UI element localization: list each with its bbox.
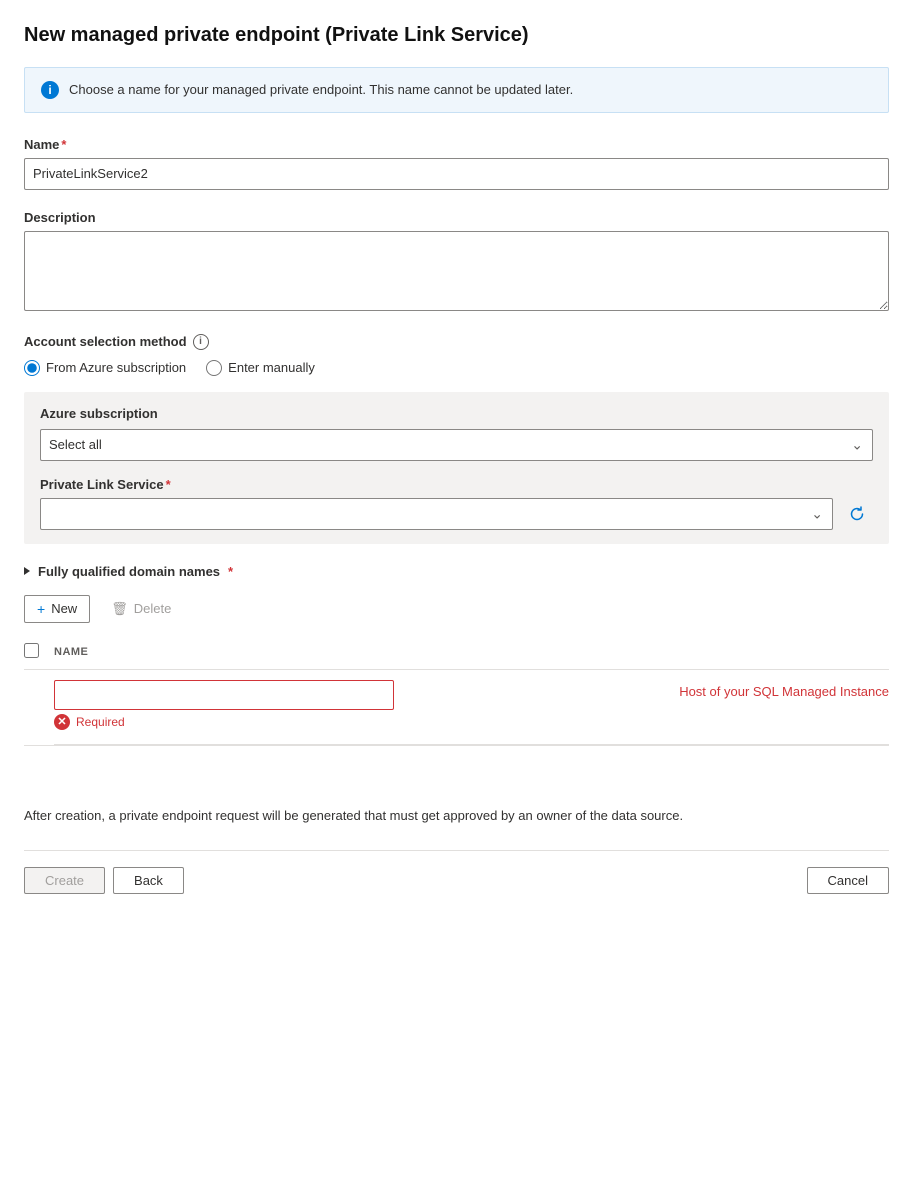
radio-azure-label: From Azure subscription [46,360,186,375]
subscription-section: Azure subscription Select all ⌄ Private … [24,392,889,544]
name-input-wrapper: ✕ Required [54,680,651,730]
trash-icon: 🗑 [111,601,128,617]
radio-manual-option[interactable]: Enter manually [206,360,315,376]
name-input[interactable] [24,158,889,190]
subscription-dropdown[interactable]: Select all [40,429,873,461]
fqdn-section-header[interactable]: Fully qualified domain names* [24,564,889,579]
back-button[interactable]: Back [113,867,184,894]
private-link-group: Private Link Service* ⌄ [40,477,873,530]
radio-manual-input[interactable] [206,360,222,376]
info-banner: i Choose a name for your managed private… [24,67,889,113]
private-link-row: ⌄ [40,498,873,530]
account-selection-group: Account selection method i From Azure su… [24,334,889,544]
error-row: ✕ Required [54,714,651,730]
footer-bar: Create Back Cancel [24,850,889,910]
delete-button[interactable]: 🗑 Delete [98,595,184,623]
header-checkbox-cell [24,643,42,661]
footer-left-actions: Create Back [24,867,184,894]
subscription-label: Azure subscription [40,406,873,421]
page-title: New managed private endpoint (Private Li… [24,24,889,47]
toolbar: + New 🗑 Delete [24,595,889,623]
fqdn-table: NAME ✕ Required Host of your SQL Managed… [24,639,889,746]
radio-group: From Azure subscription Enter manually [24,360,889,376]
triangle-icon [24,567,30,575]
error-icon: ✕ [54,714,70,730]
new-button[interactable]: + New [24,595,90,623]
table-header-row: NAME [24,639,889,670]
create-button[interactable]: Create [24,867,105,894]
new-button-label: New [51,601,77,616]
info-banner-text: Choose a name for your managed private e… [69,80,573,100]
delete-button-label: Delete [134,601,172,616]
description-input[interactable] [24,231,889,311]
row-checkbox-cell [24,680,42,685]
radio-azure-input[interactable] [24,360,40,376]
description-label: Description [24,210,889,225]
name-label: Name* [24,137,889,152]
info-icon: i [41,81,59,99]
footer-note: After creation, a private endpoint reque… [24,806,889,827]
fqdn-label: Fully qualified domain names [38,564,220,579]
error-text: Required [76,715,125,729]
subscription-dropdown-wrapper: Select all ⌄ [40,429,873,461]
fqdn-group: Fully qualified domain names* + New 🗑 De… [24,564,889,746]
header-checkbox[interactable] [24,643,39,658]
refresh-button[interactable] [841,498,873,530]
name-field-group: Name* [24,137,889,190]
name-col-header: NAME [54,646,88,658]
table-row: ✕ Required Host of your SQL Managed Inst… [24,670,889,740]
private-link-dropdown-wrapper: ⌄ [40,498,833,530]
account-selection-label: Account selection method i [24,334,889,350]
radio-manual-label: Enter manually [228,360,315,375]
hint-text: Host of your SQL Managed Instance [679,684,889,699]
private-link-label: Private Link Service* [40,477,873,492]
private-link-dropdown[interactable] [40,498,833,530]
fqdn-name-input[interactable] [54,680,394,710]
cancel-button[interactable]: Cancel [807,867,889,894]
plus-icon: + [37,601,45,617]
table-divider [54,744,889,745]
account-info-icon[interactable]: i [193,334,209,350]
description-field-group: Description [24,210,889,314]
radio-azure-option[interactable]: From Azure subscription [24,360,186,376]
